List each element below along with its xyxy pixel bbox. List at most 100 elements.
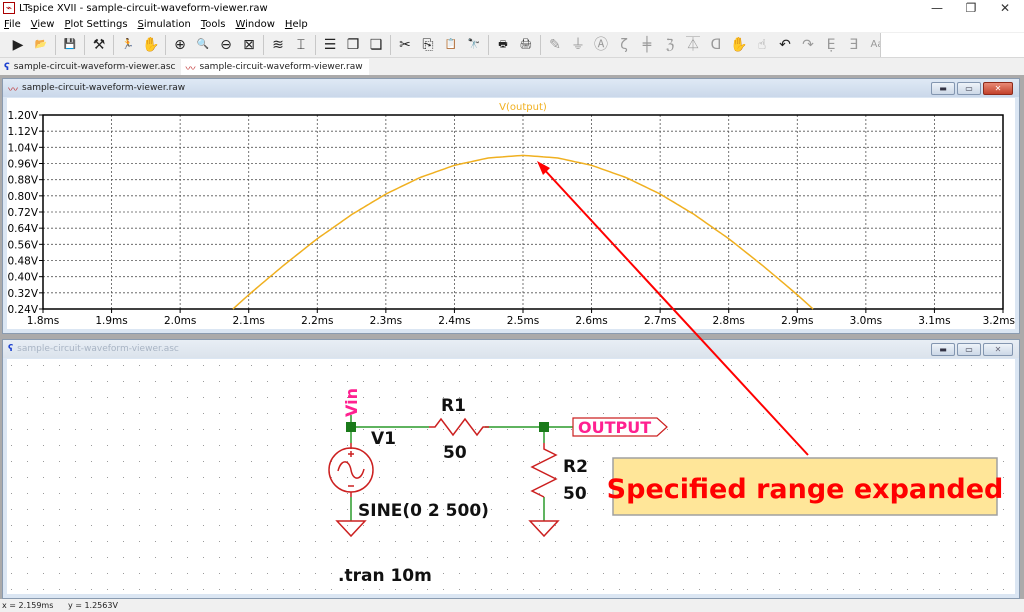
toolbar-separator: [390, 34, 391, 55]
schematic-icon: ʕ: [8, 344, 14, 354]
component-icon[interactable]: ᗡ: [706, 35, 726, 55]
tile-horizontal-icon[interactable]: ☰: [320, 35, 340, 55]
capacitor-icon[interactable]: ╪: [637, 35, 657, 55]
restore-button[interactable]: ❐: [954, 0, 988, 16]
menu-plot-settings[interactable]: Plot Settings: [64, 19, 127, 30]
zoom-out-icon[interactable]: ⊖: [216, 35, 236, 55]
diode-icon[interactable]: ⏄: [683, 35, 703, 55]
print-preview-icon[interactable]: 🖨: [516, 35, 536, 55]
window-title: LTspice XVII - sample-circuit-waveform-v…: [19, 2, 268, 14]
x-tick-label: 2.4ms: [438, 315, 470, 327]
close-button[interactable]: ✕: [988, 0, 1022, 16]
tile-vertical-icon[interactable]: ❏: [366, 35, 386, 55]
document-tabs: ʕ sample-circuit-waveform-viewer.asc 〰 s…: [0, 59, 369, 75]
print-icon[interactable]: 🖶: [493, 35, 513, 55]
inductor-icon[interactable]: ℨ: [660, 35, 680, 55]
x-tick-label: 2.9ms: [781, 315, 813, 327]
cursor-x-readout: x = 2.159ms: [2, 601, 54, 610]
copy-icon[interactable]: ⎘: [418, 35, 438, 55]
net-label-vin[interactable]: Vin: [342, 388, 361, 417]
halt-icon[interactable]: 🏃: [118, 35, 138, 55]
restore-button[interactable]: ▭: [957, 343, 981, 356]
r2-value[interactable]: 50: [563, 484, 587, 504]
waveform-window: 〰 sample-circuit-waveform-viewer.raw ▬ ▭…: [2, 78, 1020, 334]
y-tick-label: 0.72V: [7, 207, 38, 219]
schematic-icon: ʕ: [4, 61, 10, 73]
v1-name[interactable]: V1: [371, 429, 396, 449]
mdi-area: 〰 sample-circuit-waveform-viewer.raw ▬ ▭…: [0, 75, 1024, 599]
schematic-pane[interactable]: R1 50 R2 50 V1 SINE(0 2 500) Vin OUTPUT …: [7, 359, 1017, 596]
v1-value[interactable]: SINE(0 2 500): [358, 501, 489, 521]
schematic-window-title: sample-circuit-waveform-viewer.asc: [17, 344, 179, 354]
mirror-icon[interactable]: Ǝ: [844, 35, 864, 55]
tran-directive[interactable]: .tran 10m: [338, 566, 432, 586]
waveform-window-titlebar[interactable]: 〰 sample-circuit-waveform-viewer.raw: [3, 79, 1019, 97]
waveform-plot[interactable]: V(output) 1.20V 1.12V 1.04V 0.96V 0.88V 0.80V 0…: [7, 98, 1017, 331]
restore-button[interactable]: ▭: [957, 82, 981, 95]
open-icon[interactable]: 📂: [31, 35, 51, 55]
x-tick-label: 2.0ms: [164, 315, 196, 327]
menu-window[interactable]: Window: [235, 19, 274, 30]
net-label-output[interactable]: OUTPUT: [578, 418, 651, 437]
plot-pane[interactable]: V(output) 1.20V 1.12V 1.04V 0.96V 0.88V 0.80V 0…: [7, 98, 1015, 329]
ground-icon[interactable]: ⏚: [568, 35, 588, 55]
label-net-icon[interactable]: Ⓐ: [591, 35, 611, 55]
schematic-canvas[interactable]: R1 50 R2 50 V1 SINE(0 2 500) Vin OUTPUT …: [7, 359, 1017, 596]
menu-bar: File View Plot Settings Simulation Tools…: [0, 16, 1024, 32]
x-tick-label: 2.8ms: [713, 315, 745, 327]
r1-value[interactable]: 50: [443, 443, 467, 463]
redo-icon[interactable]: ↷: [798, 35, 818, 55]
close-button[interactable]: ✕: [983, 82, 1013, 95]
x-tick-label: 2.5ms: [507, 315, 539, 327]
cut-icon[interactable]: ✂: [395, 35, 415, 55]
x-tick-label: 2.6ms: [575, 315, 607, 327]
save-icon[interactable]: 💾: [60, 35, 80, 55]
menu-help[interactable]: Help: [285, 19, 308, 30]
x-tick-label: 3.1ms: [918, 315, 950, 327]
menu-simulation[interactable]: Simulation: [138, 19, 191, 30]
control-panel-icon[interactable]: ⚒: [89, 35, 109, 55]
zoom-in-icon[interactable]: ⊕: [170, 35, 190, 55]
trace-label[interactable]: V(output): [499, 102, 547, 113]
x-tick-label: 1.9ms: [95, 315, 127, 327]
r2-name[interactable]: R2: [563, 457, 588, 477]
minimize-button[interactable]: ▬: [931, 82, 955, 95]
undo-icon[interactable]: ↶: [775, 35, 795, 55]
paste-icon[interactable]: 📋: [441, 35, 461, 55]
menu-view[interactable]: View: [31, 19, 55, 30]
y-tick-label: 0.96V: [7, 159, 38, 171]
wire-icon[interactable]: ✎: [545, 35, 565, 55]
cursor-y-readout: y = 1.2563V: [67, 601, 118, 610]
drag-icon[interactable]: ☝: [752, 35, 772, 55]
close-button[interactable]: ✕: [983, 343, 1013, 356]
tab-waveform[interactable]: 〰 sample-circuit-waveform-viewer.raw: [181, 59, 369, 75]
cascade-icon[interactable]: ❐: [343, 35, 363, 55]
y-tick-label: 1.04V: [7, 142, 38, 154]
run-icon[interactable]: ▶: [8, 35, 28, 55]
schematic-window-titlebar[interactable]: ʕ sample-circuit-waveform-viewer.asc: [3, 340, 1019, 358]
tab-schematic[interactable]: ʕ sample-circuit-waveform-viewer.asc: [0, 59, 181, 75]
y-tick-label: 0.48V: [7, 256, 38, 268]
autorange-icon[interactable]: ≋: [268, 35, 288, 55]
move-icon[interactable]: ✋: [729, 35, 749, 55]
zoom-area-icon[interactable]: 🔍: [193, 35, 213, 55]
r1-name[interactable]: R1: [441, 396, 466, 416]
schematic-window: ʕ sample-circuit-waveform-viewer.asc ▬ ▭…: [2, 339, 1020, 599]
toolbar-separator: [165, 34, 166, 55]
minimize-button[interactable]: ▬: [931, 343, 955, 356]
junction-dot: [346, 422, 356, 432]
y-tick-label: 0.56V: [7, 239, 38, 251]
menu-file[interactable]: File: [4, 19, 21, 30]
zoom-fit-icon[interactable]: ⊠: [239, 35, 259, 55]
find-icon[interactable]: 🔭: [464, 35, 484, 55]
junction-dot: [539, 422, 549, 432]
pan-icon[interactable]: ✋: [141, 35, 161, 55]
rotate-icon[interactable]: Ẹ: [821, 35, 841, 55]
x-tick-label: 3.0ms: [850, 315, 882, 327]
resistor-icon[interactable]: ζ: [614, 35, 634, 55]
minimize-button[interactable]: —: [920, 0, 954, 16]
menu-tools[interactable]: Tools: [201, 19, 226, 30]
toolbar-separator: [540, 34, 541, 55]
cursor-icon[interactable]: ⌶: [291, 35, 311, 55]
y-tick-label: 0.64V: [7, 223, 38, 235]
